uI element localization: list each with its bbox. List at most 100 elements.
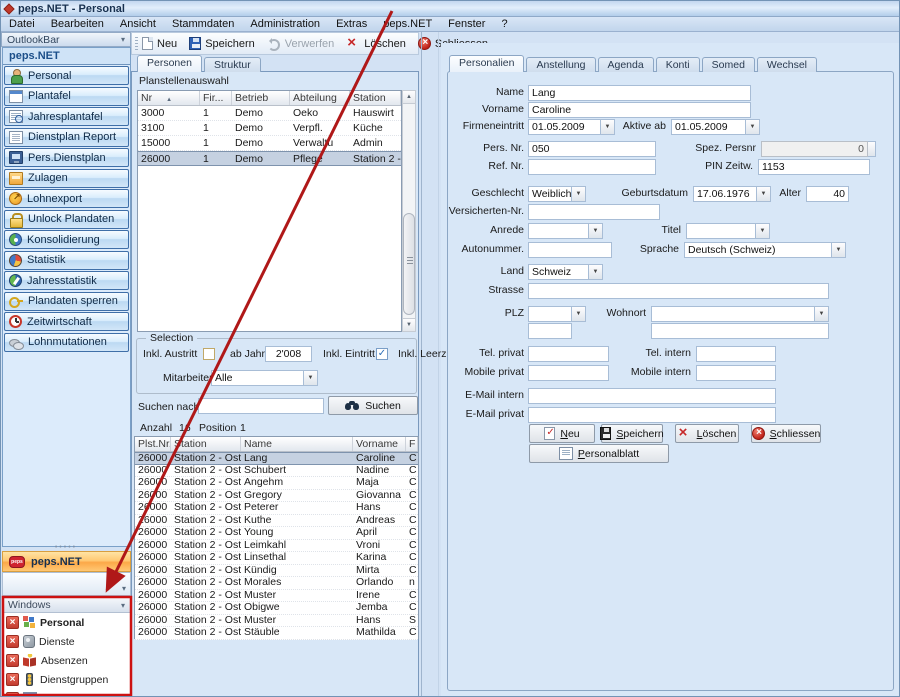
detail-schliessen-button[interactable]: Schliessen xyxy=(751,424,821,443)
tel-privat-field[interactable] xyxy=(528,346,609,362)
search-input[interactable] xyxy=(198,398,324,414)
anrede-field[interactable] xyxy=(528,223,589,239)
outlookbar-header[interactable]: OutlookBar ▾ xyxy=(1,32,131,47)
dropdown-icon[interactable]: ▼ xyxy=(757,186,771,202)
name-field[interactable]: Lang xyxy=(528,85,751,101)
sidebar-item-unlock-plandaten[interactable]: Unlock Plandaten xyxy=(4,210,129,229)
table-row[interactable]: 30001DemoOekoHauswirt xyxy=(138,106,401,121)
l-schen-toolbar-button[interactable]: Löschen xyxy=(346,37,406,50)
vertical-scrollbar[interactable]: ▲ ▼ xyxy=(402,90,416,332)
menu-item-peps-net[interactable]: peps.NET xyxy=(383,18,432,31)
detail-neu-button[interactable]: Neu xyxy=(529,424,595,443)
menu-item-bearbeiten[interactable]: Bearbeiten xyxy=(51,18,104,31)
table-header-cell[interactable]: Betrieb xyxy=(232,91,290,105)
table-row[interactable]: 150001DemoVerwaltuAdmin xyxy=(138,136,401,151)
detail-tab-somed[interactable]: Somed xyxy=(702,57,755,72)
sidebar-item-zulagen[interactable]: Zulagen xyxy=(4,169,129,188)
pers-nr-field[interactable]: 050 xyxy=(528,141,656,157)
sidebar-item-lohnmutationen[interactable]: Lohnmutationen xyxy=(4,333,129,352)
spez-persnr-field[interactable]: 0 xyxy=(761,141,868,157)
sidebar-item-plantafel[interactable]: Plantafel xyxy=(4,87,129,106)
table-header-cell[interactable]: Plst.Nr. xyxy=(135,437,171,451)
tab-personen[interactable]: Personen xyxy=(137,55,202,72)
detail-speichern-button[interactable]: Speichern xyxy=(601,424,663,443)
table-header-cell[interactable]: Station xyxy=(171,437,241,451)
ref-nr-field[interactable] xyxy=(528,159,656,175)
aktive-ab-field[interactable]: 01.05.2009 xyxy=(671,119,746,135)
sidebar-item-plandaten-sperren[interactable]: Plandaten sperren xyxy=(4,292,129,311)
inkl-eintritt-checkbox[interactable]: ✓ xyxy=(376,348,388,360)
verwerfen-toolbar-button[interactable]: Verwerfen xyxy=(267,37,335,50)
table-row[interactable]: 31001DemoVerpfl.Küche xyxy=(138,121,401,136)
peps-footer-button[interactable]: peps peps.NET xyxy=(2,551,131,572)
alter-field[interactable]: 40 xyxy=(806,186,849,202)
sidebar-item-pers-dienstplan[interactable]: Pers.Dienstplan xyxy=(4,148,129,167)
dropdown-icon[interactable]: ▼ xyxy=(572,186,586,202)
table-row[interactable]: 26000Station 2 - OstMoralesOrlandon xyxy=(135,577,418,590)
toolbar-grip[interactable] xyxy=(135,37,138,52)
table-header-cell[interactable]: Abteilung xyxy=(290,91,350,105)
table-row[interactable]: 26000Station 2 - OstMusterIreneC xyxy=(135,590,418,603)
scrollbar-thumb[interactable] xyxy=(403,213,415,315)
dropdown-icon[interactable]: ▼ xyxy=(589,264,603,280)
neu-toolbar-button[interactable]: Neu xyxy=(142,37,177,50)
dropdown-icon[interactable]: ▼ xyxy=(572,306,586,322)
table-header-cell[interactable]: F xyxy=(406,437,418,451)
panel-divider[interactable] xyxy=(421,32,422,697)
menu-item-fenster[interactable]: Fenster xyxy=(448,18,485,31)
suchen-button[interactable]: Suchen xyxy=(328,396,418,415)
detail-tab-anstellung[interactable]: Anstellung xyxy=(526,57,595,72)
sprache-field[interactable]: Deutsch (Schweiz) xyxy=(684,242,832,258)
autonummer-field[interactable] xyxy=(528,242,612,258)
sidebar-item-personal[interactable]: Personal xyxy=(4,66,129,85)
scroll-up-icon[interactable]: ▲ xyxy=(403,91,415,104)
close-icon[interactable]: × xyxy=(6,692,19,697)
wohnort2-field[interactable] xyxy=(651,323,829,339)
table-header-cell[interactable]: Name xyxy=(241,437,353,451)
table-header-cell[interactable]: Vorname xyxy=(353,437,406,451)
windows-panel-header[interactable]: Windows ▾ xyxy=(3,598,130,613)
mobile-intern-field[interactable] xyxy=(696,365,776,381)
table-row[interactable]: 26000Station 2 - OstStäubleMathildaC xyxy=(135,627,418,640)
windows-item-absenzen[interactable]: ×Absenzen xyxy=(3,651,130,670)
sidebar-item-lohnexport[interactable]: Lohnexport xyxy=(4,189,129,208)
versicherten-field[interactable] xyxy=(528,204,660,220)
windows-item-dp-26000-station-2-o[interactable]: ×DP_26000_Station 2 - O xyxy=(3,689,130,697)
wohnort-field[interactable] xyxy=(651,306,815,322)
dropdown-icon[interactable]: ▼ xyxy=(756,223,770,239)
sidebar-item-zeitwirtschaft[interactable]: Zeitwirtschaft xyxy=(4,312,129,331)
windows-item-dienste[interactable]: ×Dienste xyxy=(3,632,130,651)
detail-l-schen-button[interactable]: Löschen xyxy=(675,424,739,443)
close-icon[interactable]: × xyxy=(6,635,19,648)
inkl-austritt-checkbox[interactable] xyxy=(203,348,215,360)
table-row[interactable]: 260001DemoPflegeStation 2 - Ost xyxy=(138,151,401,166)
geschlecht-field[interactable]: Weiblich xyxy=(528,186,572,202)
table-row[interactable]: 26000Station 2 - OstLangCarolineC xyxy=(135,452,418,465)
windows-item-personal[interactable]: ×Personal xyxy=(3,613,130,632)
dropdown-icon[interactable]: ▼ xyxy=(832,242,846,258)
sidebar-item-jahresplantafel[interactable]: Jahresplantafel xyxy=(4,107,129,126)
land-field[interactable]: Schweiz xyxy=(528,264,589,280)
mitarbeiter-dropdown-icon[interactable]: ▼ xyxy=(304,370,318,386)
plz2-field[interactable] xyxy=(528,323,572,339)
pin-zeitw-field[interactable]: 1153 xyxy=(758,159,870,175)
menu-item-help[interactable]: ? xyxy=(501,18,507,31)
table-row[interactable]: 26000Station 2 - OstPetererHansC xyxy=(135,502,418,515)
firmeneintritt-field[interactable]: 01.05.2009 xyxy=(528,119,601,135)
menu-item-ansicht[interactable]: Ansicht xyxy=(120,18,156,31)
detail-tab-konti[interactable]: Konti xyxy=(656,57,700,72)
close-icon[interactable]: × xyxy=(6,673,19,686)
table-row[interactable]: 26000Station 2 - OstLinsethalKarinaC xyxy=(135,552,418,565)
close-icon[interactable]: × xyxy=(6,654,19,667)
menu-item-stammdaten[interactable]: Stammdaten xyxy=(172,18,234,31)
email-privat-field[interactable] xyxy=(528,407,776,423)
dropdown-icon[interactable]: ▼ xyxy=(815,306,829,322)
table-row[interactable]: 26000Station 2 - OstSchubertNadineC xyxy=(135,465,418,478)
outlookbar-group-header[interactable]: peps.NET xyxy=(3,48,130,65)
ab-jahr-field[interactable]: 2'008 xyxy=(265,346,312,362)
plz-field[interactable] xyxy=(528,306,572,322)
scroll-down-icon[interactable]: ▼ xyxy=(403,318,415,331)
table-row[interactable]: 26000Station 2 - OstKündigMirtaC xyxy=(135,565,418,578)
table-row[interactable]: 26000Station 2 - OstObigweJembaC xyxy=(135,602,418,615)
table-row[interactable]: 26000Station 2 - OstMusterHansS xyxy=(135,615,418,628)
